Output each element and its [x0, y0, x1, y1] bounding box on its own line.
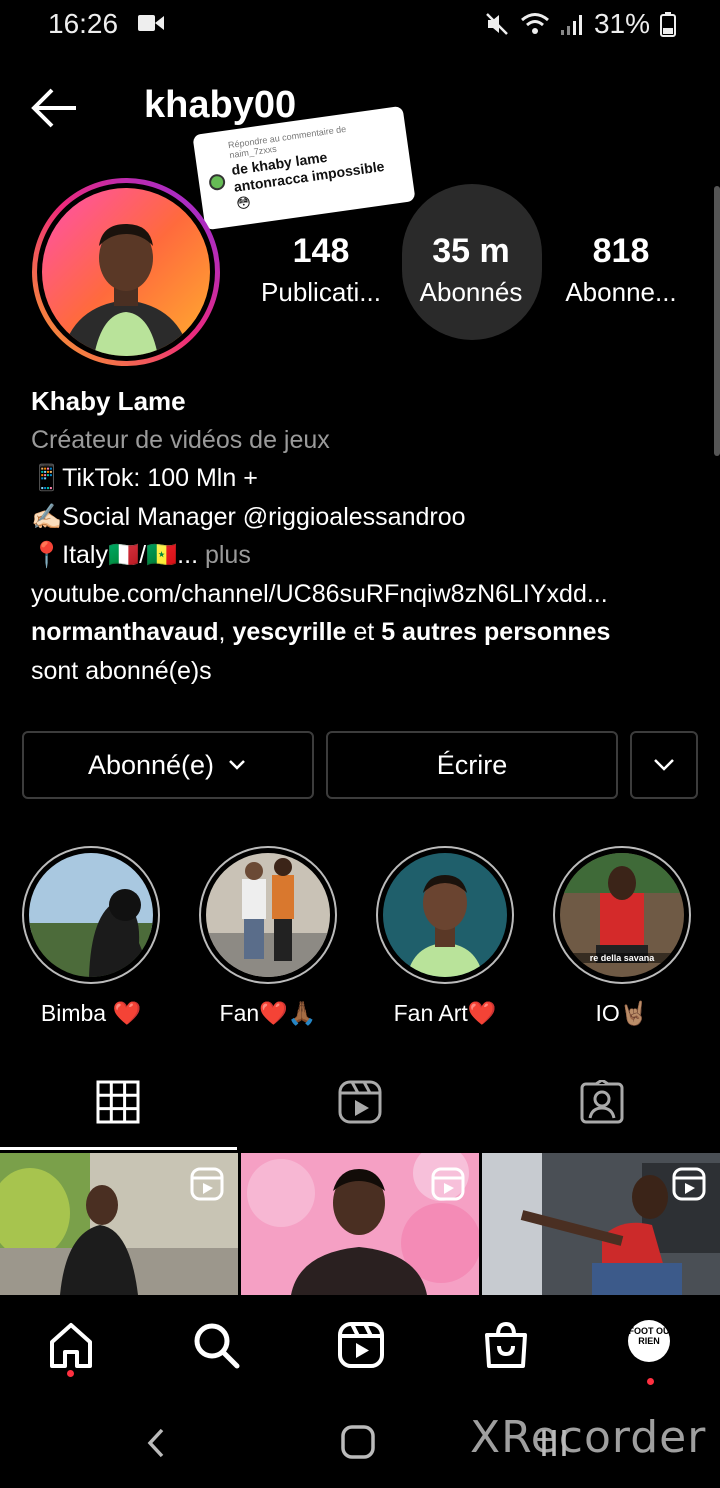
tagged-tab-icon[interactable]	[580, 1080, 624, 1124]
bio-website-link[interactable]: youtube.com/channel/UC86suRFnqiw8zN6LIYx…	[31, 575, 691, 614]
active-tab-indicator	[0, 1147, 237, 1150]
following-button[interactable]: Abonné(e)	[22, 731, 314, 799]
followers-stat[interactable]: 35 m Abonnés	[406, 232, 536, 308]
bio-line-text: 📍Italy🇮🇹/🇸🇳...	[31, 541, 199, 569]
highlight-label: Bimba ❤️	[40, 1000, 142, 1026]
status-indicators: 31%	[484, 8, 676, 40]
chevron-down-icon	[229, 760, 245, 770]
followers-label: Abonnés	[419, 277, 523, 307]
bio-line: ✍🏻Social Manager @riggioalessandroo	[31, 502, 466, 531]
reel-badge-icon	[190, 1167, 224, 1201]
highlight-cover	[206, 853, 330, 977]
profile-bio: Khaby Lame Créateur de vidéos de jeux 📱T…	[31, 382, 691, 690]
followed-by-conjunction: et	[346, 618, 382, 646]
home-icon[interactable]	[46, 1320, 96, 1370]
grid-post[interactable]	[0, 1153, 238, 1295]
message-button-label: Écrire	[436, 749, 508, 780]
highlight-cover: re della savana	[560, 853, 684, 977]
back-icon[interactable]	[144, 1426, 168, 1460]
display-name: Khaby Lame	[31, 386, 186, 416]
profile-username: khaby00	[144, 84, 297, 126]
chevron-down-icon	[654, 759, 674, 771]
highlight-cover	[29, 853, 153, 977]
search-icon[interactable]	[191, 1320, 241, 1370]
profile-notification-dot	[647, 1378, 654, 1385]
grid-post[interactable]	[482, 1153, 720, 1295]
back-arrow-icon[interactable]	[30, 86, 80, 130]
followed-by-separator: ,	[218, 618, 233, 646]
highlight-label: Fan Art❤️	[393, 1000, 497, 1026]
posts-stat[interactable]: 148 Publicati...	[256, 232, 386, 308]
following-button-label: Abonné(e)	[87, 749, 215, 780]
shop-icon[interactable]	[481, 1320, 531, 1370]
battery-percent: 31%	[593, 8, 650, 39]
profile-avatar[interactable]	[32, 178, 220, 366]
highlight-label: Fan❤️🙏🏾	[219, 1000, 317, 1026]
signal-icon	[560, 15, 582, 35]
message-button[interactable]: Écrire	[326, 731, 618, 799]
reels-icon[interactable]	[336, 1320, 386, 1370]
bio-line: 📱TikTok: 100 Mln +	[31, 464, 258, 492]
commenter-avatar	[208, 173, 227, 192]
highlight-label: IO🤘🏽	[595, 1000, 649, 1026]
profile-category: Créateur de vidéos de jeux	[31, 425, 330, 454]
scrollbar[interactable]	[714, 186, 720, 456]
bottom-navigation: FOOT OU RIEN	[0, 1298, 720, 1398]
posts-count: 148	[292, 232, 350, 270]
followed-by-suffix: sont abonné(e)s	[31, 656, 212, 685]
grid-post[interactable]	[241, 1153, 479, 1295]
story-highlight[interactable]: Fan❤️🙏🏾	[198, 846, 338, 1027]
story-highlight[interactable]: re della savana IO🤘🏽	[552, 846, 692, 1027]
grid-tab-icon[interactable]	[96, 1080, 140, 1124]
follower-name: yescyrille	[232, 618, 347, 646]
posts-label: Publicati...	[261, 277, 381, 307]
video-record-icon	[138, 15, 164, 31]
profile-nav-avatar[interactable]: FOOT OU RIEN	[628, 1320, 670, 1362]
highlight-cover	[383, 853, 507, 977]
story-highlight[interactable]: Bimba ❤️	[21, 846, 161, 1027]
story-highlight[interactable]: Fan Art❤️	[375, 846, 515, 1027]
highlight-cover-caption: re della savana	[570, 953, 674, 963]
following-count: 818	[592, 232, 650, 270]
profile-tabs	[0, 1070, 720, 1150]
bio-line-truncated: 📍Italy🇮🇹/🇸🇳... plus	[31, 536, 691, 575]
recorder-watermark: XRecorder	[470, 1412, 707, 1463]
status-bar: 16:26 31%	[0, 0, 720, 48]
followed-by[interactable]: normanthavaud, yescyrille et 5 autres pe…	[31, 613, 691, 652]
followers-count: 35 m	[432, 232, 510, 270]
reel-badge-icon	[672, 1167, 706, 1201]
reel-badge-icon	[431, 1167, 465, 1201]
following-label: Abonne...	[565, 277, 677, 307]
reels-tab-icon[interactable]	[338, 1080, 382, 1124]
mute-icon	[486, 13, 508, 35]
battery-icon	[660, 12, 676, 37]
status-time: 16:26	[48, 8, 119, 39]
following-stat[interactable]: 818 Abonne...	[556, 232, 686, 308]
suggested-accounts-button[interactable]	[630, 731, 698, 799]
bio-more-link[interactable]: plus	[198, 541, 251, 569]
home-button-icon[interactable]	[340, 1424, 376, 1460]
wifi-icon	[520, 13, 549, 34]
followed-by-others: 5 autres personnes	[381, 618, 611, 646]
home-notification-dot	[67, 1370, 74, 1377]
follower-name: normanthavaud	[31, 618, 219, 646]
avatar-photo	[62, 224, 190, 356]
